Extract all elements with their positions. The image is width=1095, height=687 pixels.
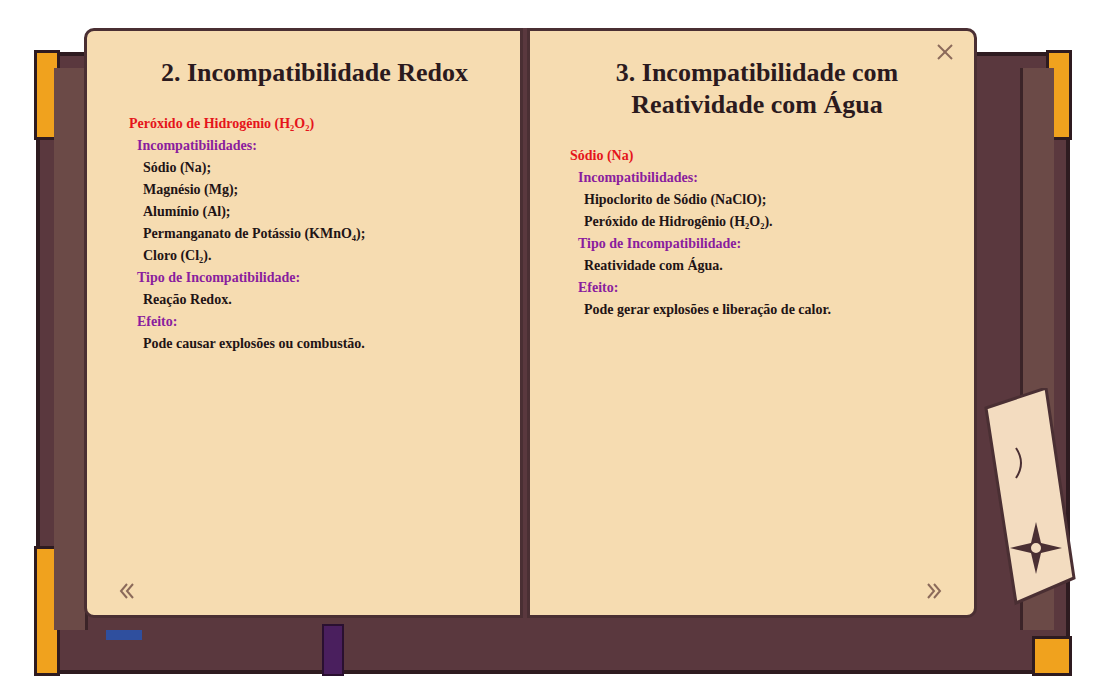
section-label: Efeito: bbox=[570, 277, 944, 299]
book: 2. Incompatibilidade Redox Peróxido de Hi… bbox=[36, 28, 1076, 680]
page-title: 2. Incompatibilidade Redox bbox=[161, 57, 468, 89]
page-title: 3. Incompatibilidade com Reatividade com… bbox=[587, 57, 927, 121]
previous-page-icon[interactable] bbox=[117, 581, 137, 601]
incompatibility-item: Magnésio (Mg); bbox=[129, 179, 500, 201]
section-label: Efeito: bbox=[129, 311, 500, 333]
incompatibility-item: Hipoclorito de Sódio (NaClO); bbox=[570, 189, 944, 211]
type-value: Reação Redox. bbox=[129, 289, 500, 311]
screen: 2. Incompatibilidade Redox Peróxido de Hi… bbox=[0, 0, 1095, 687]
section-label: Incompatibilidades: bbox=[129, 135, 500, 157]
incompatibility-item: Alumínio (Al); bbox=[129, 201, 500, 223]
close-icon[interactable] bbox=[936, 43, 954, 61]
book-pages: 2. Incompatibilidade Redox Peróxido de Hi… bbox=[84, 28, 977, 618]
incompatibility-item: Cloro (Cl₂). bbox=[129, 245, 500, 267]
incompatibility-item: Peróxido de Hidrogênio (H₂O₂). bbox=[570, 211, 944, 233]
type-value: Reatividade com Água. bbox=[570, 255, 944, 277]
next-page-icon[interactable] bbox=[924, 581, 944, 601]
incompatibility-item: Permanganato de Potássio (KMnO₄); bbox=[129, 223, 500, 245]
corner-ornament bbox=[1032, 636, 1072, 676]
section-label: Tipo de Incompatibilidade: bbox=[129, 267, 500, 289]
effect-value: Pode gerar explosões e liberação de calo… bbox=[570, 299, 944, 321]
right-page: 3. Incompatibilidade com Reatividade com… bbox=[527, 28, 977, 618]
bookmark[interactable] bbox=[106, 630, 142, 640]
section-label: Tipo de Incompatibilidade: bbox=[570, 233, 944, 255]
page-stack bbox=[54, 68, 88, 630]
incompatibility-item: Sódio (Na); bbox=[129, 157, 500, 179]
substance-name: Peróxido de Hidrogênio (H₂O₂) bbox=[129, 113, 500, 135]
map-scrap-icon[interactable] bbox=[976, 388, 1076, 608]
section-label: Incompatibilidades: bbox=[570, 167, 944, 189]
effect-value: Pode causar explosões ou combustão. bbox=[129, 333, 500, 355]
left-page: 2. Incompatibilidade Redox Peróxido de Hi… bbox=[84, 28, 523, 618]
bookmark[interactable] bbox=[322, 624, 344, 676]
page-content: 3. Incompatibilidade com Reatividade com… bbox=[570, 57, 944, 321]
substance-name: Sódio (Na) bbox=[570, 145, 944, 167]
page-content: 2. Incompatibilidade Redox Peróxido de Hi… bbox=[129, 57, 500, 355]
